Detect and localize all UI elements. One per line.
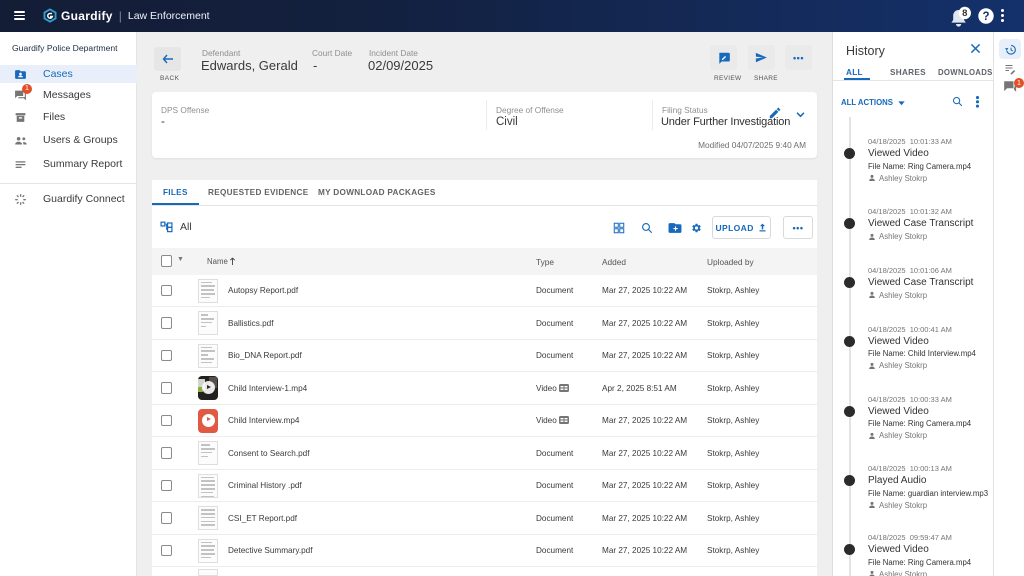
svg-text:8: 8 — [962, 8, 967, 19]
svg-text:?: ? — [982, 11, 989, 23]
